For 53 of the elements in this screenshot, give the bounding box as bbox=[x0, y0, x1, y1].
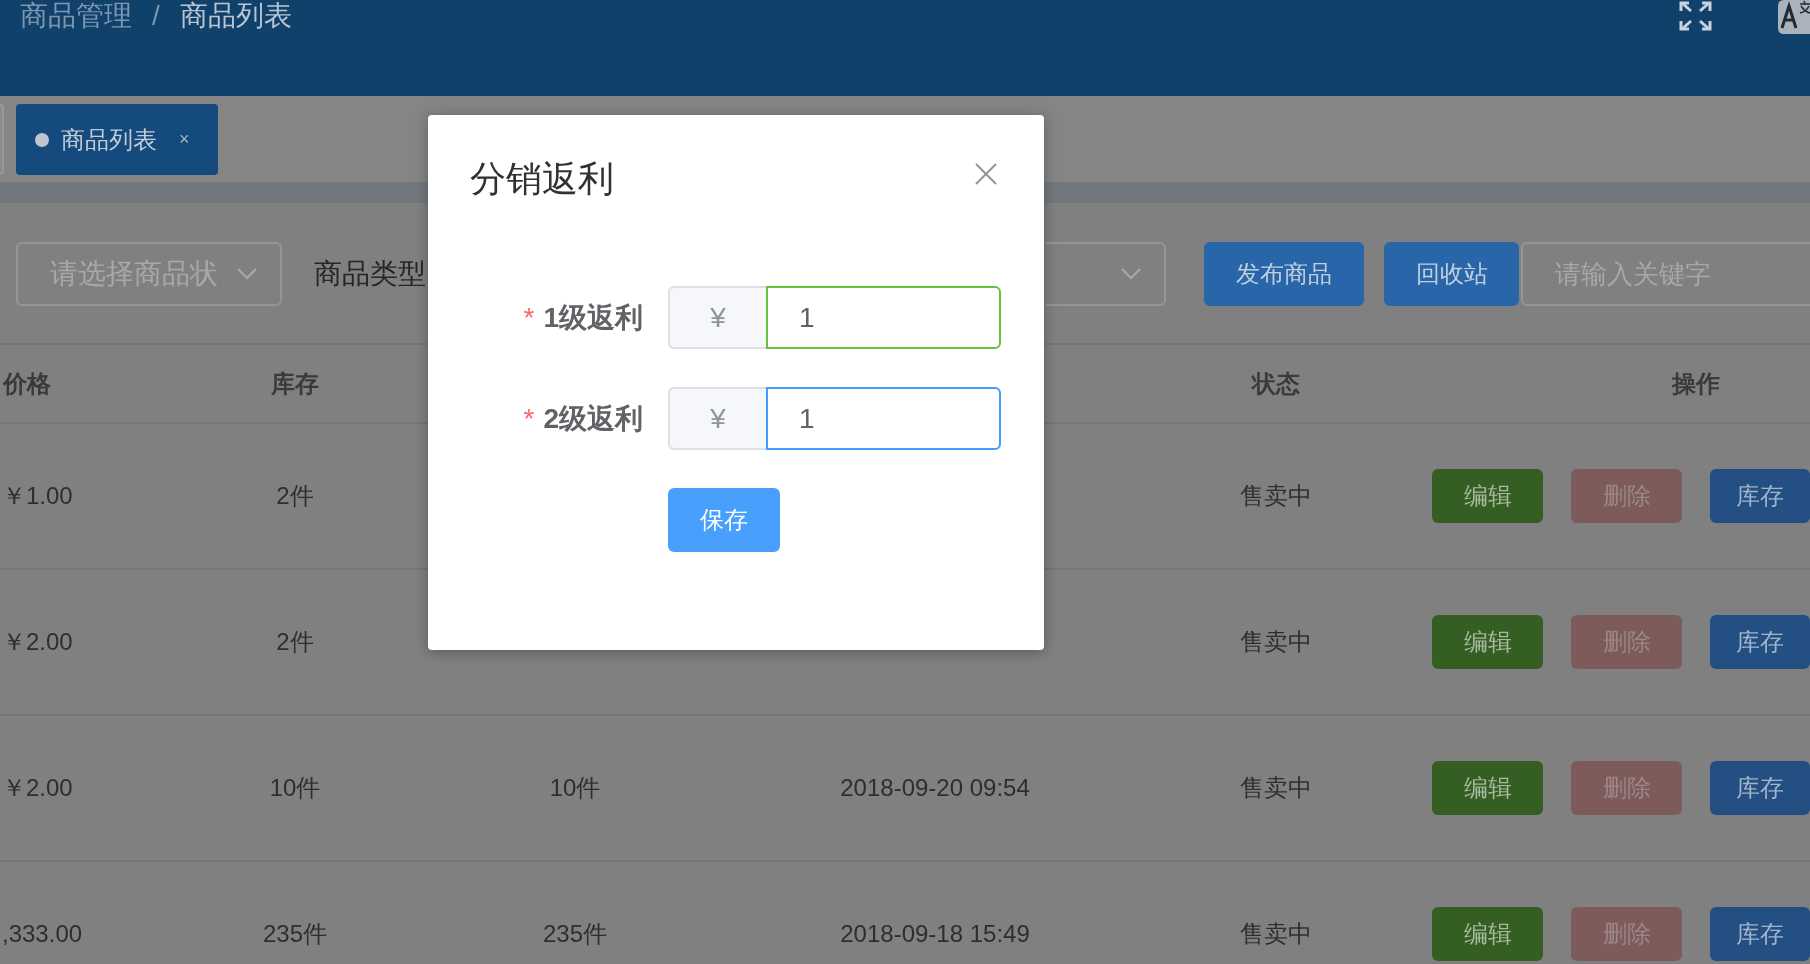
required-mark: * bbox=[523, 301, 535, 334]
table-cell: ￥2.00 bbox=[2, 628, 73, 655]
table-cell: 售卖中 bbox=[1240, 628, 1312, 655]
table-cell: 235件 bbox=[262, 920, 327, 947]
close-icon[interactable] bbox=[975, 163, 997, 185]
table-cell: ￥2.00 bbox=[2, 774, 73, 801]
edit-button[interactable]: 编辑 bbox=[1432, 761, 1543, 815]
tab[interactable]: 商品列表 × bbox=[16, 104, 218, 175]
currency-prefix: ¥ bbox=[668, 387, 766, 450]
field-label: 2级返利 bbox=[543, 401, 643, 436]
translate-icon[interactable] bbox=[1778, 0, 1810, 34]
table-cell: 10件 bbox=[549, 774, 601, 801]
table-cell: 售卖中 bbox=[1240, 482, 1312, 509]
filter-label: 商品类型 bbox=[314, 257, 426, 291]
breadcrumb-current: 商品列表 bbox=[179, 0, 292, 32]
toolbar-button[interactable]: 回收站 bbox=[1384, 242, 1519, 306]
type-select[interactable] bbox=[1046, 242, 1166, 306]
table-cell: 2018-09-18 15:49 bbox=[840, 920, 1030, 947]
table-cell: 售卖中 bbox=[1240, 774, 1312, 801]
table-cell: 售卖中 bbox=[1240, 920, 1312, 947]
chevron-down-icon bbox=[1121, 268, 1141, 280]
table-cell: 2018-09-20 09:54 bbox=[840, 774, 1030, 801]
toolbar-button[interactable]: 发布商品 bbox=[1204, 242, 1364, 306]
column-header: 价格 bbox=[3, 369, 51, 397]
table-cell: 2件 bbox=[276, 482, 314, 509]
stock-button[interactable]: 库存 bbox=[1710, 615, 1810, 669]
breadcrumb-separator: / bbox=[152, 0, 160, 32]
stock-button[interactable]: 库存 bbox=[1710, 469, 1810, 523]
table-cell: ￥1.00 bbox=[2, 482, 73, 509]
column-header: 库存 bbox=[271, 369, 319, 397]
table-cell: 2件 bbox=[276, 628, 314, 655]
table-cell: 10件 bbox=[269, 774, 321, 801]
breadcrumb-link[interactable]: 商品管理 bbox=[20, 0, 132, 32]
fullscreen-icon[interactable] bbox=[1677, 0, 1714, 32]
edit-button[interactable]: 编辑 bbox=[1432, 469, 1543, 523]
chevron-down-icon bbox=[237, 268, 257, 280]
field-label: 1级返利 bbox=[543, 300, 643, 335]
column-header: 状态 bbox=[1252, 369, 1300, 397]
table-cell: 235件 bbox=[542, 920, 607, 947]
edit-button[interactable]: 编辑 bbox=[1432, 615, 1543, 669]
required-mark: * bbox=[523, 402, 535, 435]
save-button[interactable]: 保存 bbox=[668, 488, 780, 552]
tab-close-button[interactable]: × bbox=[179, 129, 190, 150]
table-cell: ,333.00 bbox=[2, 920, 83, 947]
dialog-title: 分销返利 bbox=[470, 157, 614, 200]
stock-button[interactable]: 库存 bbox=[1710, 907, 1810, 961]
column-header: 操作 bbox=[1672, 369, 1720, 397]
input-field[interactable]: 1 bbox=[766, 286, 1001, 349]
dot-icon bbox=[35, 132, 49, 147]
currency-prefix: ¥ bbox=[668, 286, 766, 349]
stock-button[interactable]: 库存 bbox=[1710, 761, 1810, 815]
edit-button[interactable]: 编辑 bbox=[1432, 907, 1543, 961]
input-field[interactable]: 1 bbox=[766, 387, 1001, 450]
